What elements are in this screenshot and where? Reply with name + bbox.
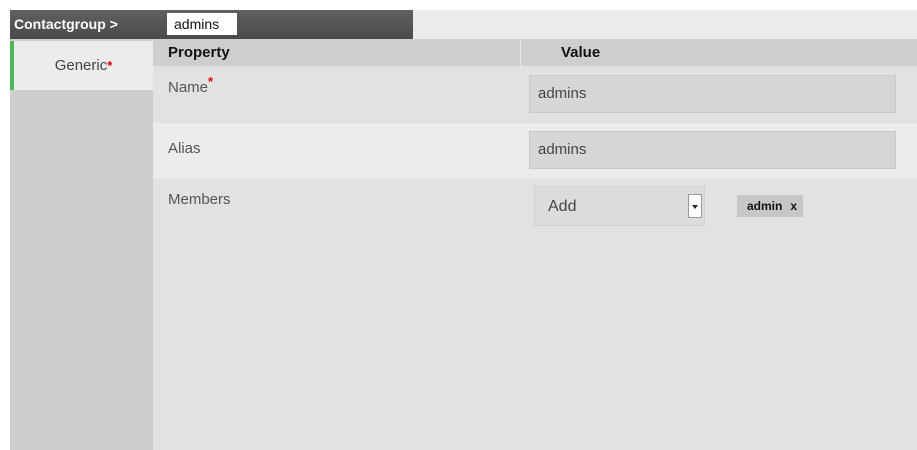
tabs-panel: Generic * [10,39,153,450]
alias-label: Alias [168,140,201,157]
header-value-cell: Value [520,39,917,66]
remove-member-button[interactable]: x [790,199,797,213]
breadcrumb: Contactgroup > [14,16,118,32]
name-label-text: Name [168,79,209,96]
name-field[interactable]: admins [529,75,896,113]
members-add-select[interactable]: Add [534,186,705,226]
title-bar: Contactgroup > admins [10,10,917,39]
required-mark: * [208,74,214,89]
table-row-name: Name* admins [153,66,917,122]
contactgroup-editor: Contactgroup > admins Generic * Property … [10,10,917,450]
member-tag: admin x [737,195,804,217]
member-tag-label: admin [747,199,783,213]
title-bar-dark: Contactgroup > admins [10,10,413,39]
name-label: Name* [168,75,213,96]
header-value: Value [561,44,601,61]
members-label: Members [168,191,231,208]
members-add-select-value: Add [548,198,577,215]
alias-field[interactable]: admins [529,131,896,169]
header-property: Property [168,44,230,61]
table-row-members: Members Add admin x [153,179,917,450]
table-header: Property Value [153,39,917,66]
table-row-alias: Alias admins [153,123,917,178]
tab-generic-label: Generic [54,57,108,74]
object-name-title: admins [167,13,237,35]
dropdown-arrow-icon[interactable] [688,194,702,218]
tab-generic[interactable]: Generic * [10,41,153,90]
